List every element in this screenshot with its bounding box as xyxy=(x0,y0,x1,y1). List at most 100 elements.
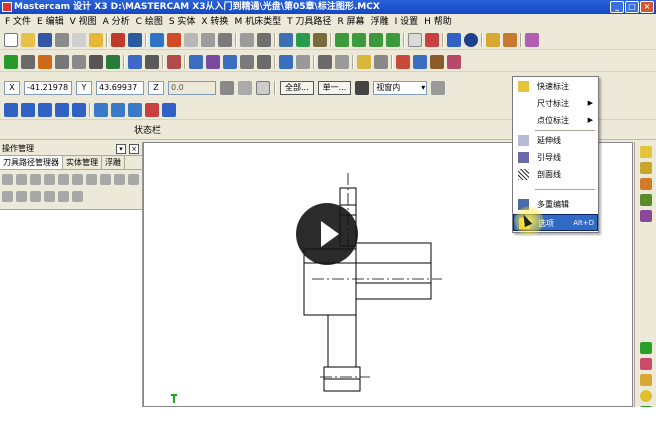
save-icon[interactable] xyxy=(38,32,52,47)
lock-icon[interactable] xyxy=(114,174,125,185)
create-point-icon[interactable] xyxy=(4,54,18,69)
menu-create[interactable]: C 绘图 xyxy=(133,14,166,30)
toolpath-icon[interactable] xyxy=(447,54,461,69)
open-file-icon[interactable] xyxy=(21,32,35,47)
toolpath-manager-icon[interactable] xyxy=(4,102,18,117)
select-single-button[interactable]: 单一... xyxy=(317,81,352,95)
menu-machine-type[interactable]: M 机床类型 xyxy=(231,14,284,30)
xform-scale-icon[interactable] xyxy=(240,54,254,69)
view-dropdown-icon[interactable] xyxy=(425,32,439,47)
hatch-tool-icon[interactable] xyxy=(640,210,652,222)
planes-icon[interactable] xyxy=(447,32,461,47)
shade-icon[interactable] xyxy=(296,32,310,47)
zoom-target-icon[interactable] xyxy=(201,32,215,47)
print-icon[interactable] xyxy=(55,32,69,47)
mask-points-icon[interactable] xyxy=(94,102,108,117)
mask-arcs-icon[interactable] xyxy=(128,102,142,117)
xform-mirror-icon[interactable] xyxy=(206,54,220,69)
menu-art[interactable]: 浮雕 xyxy=(368,14,392,30)
create-rectangle-icon[interactable] xyxy=(106,54,120,69)
drill-icon[interactable] xyxy=(430,54,444,69)
select-mode-icon[interactable] xyxy=(355,81,370,95)
measure-icon[interactable] xyxy=(335,54,349,69)
menu-item-extension-line[interactable]: 延伸线 xyxy=(513,132,598,149)
xform-stretch-icon[interactable] xyxy=(279,54,293,69)
new-file-icon[interactable] xyxy=(4,32,18,47)
break-icon[interactable] xyxy=(145,54,159,69)
repaint-icon[interactable] xyxy=(279,32,293,47)
regenerate-dirty-icon[interactable] xyxy=(44,174,55,185)
fast-point-icon[interactable] xyxy=(220,81,234,95)
create-fillet-icon[interactable] xyxy=(55,54,69,69)
y-coord-field[interactable]: 43.69937 xyxy=(96,81,144,95)
tab-toolpath-manager[interactable]: 刀具路径管理器 xyxy=(0,156,63,169)
menu-view[interactable]: V 视图 xyxy=(67,14,100,30)
select-all-ops-icon[interactable] xyxy=(2,174,13,185)
menu-file[interactable]: F 文件 xyxy=(2,14,34,30)
pencil-icon[interactable] xyxy=(486,32,500,47)
tab-solids-manager[interactable]: 实体管理 xyxy=(63,156,102,169)
wireframe-icon[interactable] xyxy=(313,32,327,47)
backplot-op-icon[interactable] xyxy=(58,174,69,185)
create-circle-icon[interactable] xyxy=(38,54,52,69)
window-mode-select[interactable]: 视窗内 xyxy=(373,81,428,95)
maximize-button[interactable]: □ xyxy=(625,1,639,13)
toggle-post-icon[interactable] xyxy=(2,191,13,202)
x-coord-field[interactable]: -41.21978 xyxy=(24,81,72,95)
delete-icon[interactable] xyxy=(167,54,181,69)
collapse-icon[interactable] xyxy=(72,191,83,202)
note-icon[interactable] xyxy=(374,54,388,69)
panel-close-icon[interactable]: × xyxy=(129,144,139,154)
select-all-button[interactable]: 全部... xyxy=(280,81,314,95)
mask-lines-icon[interactable] xyxy=(111,102,125,117)
help-icon[interactable] xyxy=(89,32,103,47)
sphere-icon[interactable] xyxy=(464,32,478,47)
menu-item-hatch[interactable]: 剖面线 xyxy=(513,166,598,183)
menu-item-quick-dimension[interactable]: 快速标注 xyxy=(513,78,598,95)
list-icon[interactable] xyxy=(413,54,427,69)
gview-side-icon[interactable] xyxy=(369,32,383,47)
operations-icon[interactable] xyxy=(72,102,86,117)
menu-solids[interactable]: S 实体 xyxy=(166,14,199,30)
menu-settings[interactable]: I 设置 xyxy=(392,14,422,30)
menu-item-dimension[interactable]: 尺寸标注 ▶ xyxy=(513,95,598,112)
brush-icon[interactable] xyxy=(503,32,517,47)
help-question-icon[interactable] xyxy=(256,81,270,95)
toggle-display-icon[interactable] xyxy=(128,174,139,185)
undo-icon[interactable] xyxy=(111,32,125,47)
leader-tool-icon[interactable] xyxy=(640,194,652,206)
minimize-button[interactable]: _ xyxy=(610,1,624,13)
menu-edit[interactable]: E 编辑 xyxy=(34,14,67,30)
menu-item-ordinate[interactable]: 点位标注 ▶ xyxy=(513,112,598,129)
select-invalid-ops-icon[interactable] xyxy=(16,174,27,185)
circle-tool-icon[interactable] xyxy=(640,390,652,402)
note-tool-icon[interactable] xyxy=(640,162,652,174)
view-cube-icon[interactable] xyxy=(408,32,422,47)
witness-tool-icon[interactable] xyxy=(640,178,652,190)
pen-icon[interactable] xyxy=(525,32,539,47)
menu-item-leader[interactable]: 引导线 xyxy=(513,149,598,166)
verify-icon[interactable] xyxy=(38,102,52,117)
move-down-icon[interactable] xyxy=(16,191,27,202)
xform-translate-icon[interactable] xyxy=(189,54,203,69)
pencil-tool-icon[interactable] xyxy=(640,374,652,386)
grid-icon[interactable] xyxy=(396,54,410,69)
gview-iso-icon[interactable] xyxy=(386,32,400,47)
gview-top-icon[interactable] xyxy=(335,32,349,47)
mask-surfaces-icon[interactable] xyxy=(162,102,176,117)
analyze-icon[interactable] xyxy=(318,54,332,69)
post-icon[interactable] xyxy=(55,102,69,117)
backplot-icon[interactable] xyxy=(21,102,35,117)
create-arc-icon[interactable] xyxy=(72,54,86,69)
insert-arrow-icon[interactable] xyxy=(44,191,55,202)
gview-front-icon[interactable] xyxy=(352,32,366,47)
z-coord-field[interactable]: 0.0 xyxy=(168,81,216,95)
trim-icon[interactable] xyxy=(128,54,142,69)
zoom-window-icon[interactable] xyxy=(184,32,198,47)
panel-menu-icon[interactable]: ▾ xyxy=(116,144,126,154)
tab-art[interactable]: 浮雕 xyxy=(102,156,125,169)
auto-cursor-icon[interactable] xyxy=(238,81,252,95)
move-up-icon[interactable] xyxy=(30,191,41,202)
selection-filter-icon[interactable] xyxy=(431,81,446,95)
dimension-icon[interactable] xyxy=(357,54,371,69)
